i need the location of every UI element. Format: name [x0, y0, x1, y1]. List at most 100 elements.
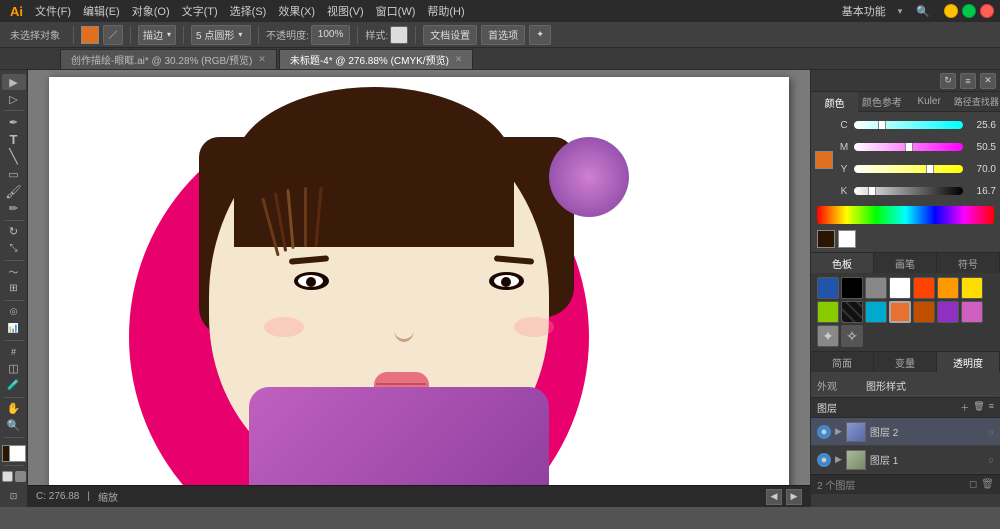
c-slider-track[interactable] — [854, 121, 963, 129]
symbol-sprayer-tool[interactable]: ◎ — [2, 303, 26, 319]
doc-tab-1-close[interactable]: ✕ — [258, 54, 266, 65]
menu-help[interactable]: 帮助(H) — [427, 3, 464, 19]
menu-view[interactable]: 视图(V) — [327, 3, 364, 19]
paintbrush-tool[interactable]: 🖌 — [2, 183, 26, 199]
rotate-tool[interactable]: ↻ — [2, 223, 26, 239]
brush-type-dropdown[interactable]: 描边 — [138, 25, 176, 45]
menu-effect[interactable]: 效果(X) — [278, 3, 315, 19]
layer-row-2[interactable]: ● ▶ 图层 2 ○ — [811, 418, 1000, 446]
layer-1-visibility[interactable]: ● — [817, 453, 831, 467]
color-tab-kuler[interactable]: Kuler — [906, 92, 953, 112]
doc-setup-btn[interactable]: 文档设置 — [423, 25, 477, 45]
style-swatch[interactable] — [390, 26, 408, 44]
layer-2-visibility[interactable]: ● — [817, 425, 831, 439]
rp-btn-2[interactable]: ≡ — [960, 73, 976, 89]
pencil-tool[interactable]: ✏ — [2, 201, 26, 217]
cl-tab-symbols[interactable]: 符号 — [937, 253, 1000, 273]
stroke-btn[interactable]: ／ — [103, 25, 123, 45]
menu-type[interactable]: 文字(T) — [182, 3, 218, 19]
m-slider-track[interactable] — [854, 143, 963, 151]
swatch-pink[interactable] — [961, 301, 983, 323]
swatch-star-1[interactable]: ✦ — [817, 325, 839, 347]
canvas-prev-btn[interactable]: ◀ — [766, 489, 782, 505]
extra-btn[interactable]: ✦ — [529, 25, 551, 45]
window-minimize-btn[interactable] — [944, 4, 958, 18]
swatch-pattern-dark[interactable] — [841, 301, 863, 323]
layers-delete-btn[interactable]: 🗑 — [973, 401, 984, 414]
rp-btn-1[interactable]: ↻ — [940, 73, 956, 89]
fullscreen-btn[interactable]: ⊡ — [2, 485, 26, 507]
layers-footer-btn-1[interactable]: ◻ — [969, 479, 977, 490]
doc-tab-1[interactable]: 创作描绘-眼眶.ai* @ 30.28% (RGB/预览) ✕ — [60, 49, 277, 69]
column-graph-tool[interactable]: 📊 — [2, 321, 26, 337]
layer-row-1[interactable]: ● ▶ 图层 1 ○ — [811, 446, 1000, 474]
layers-new-btn[interactable]: ＋ — [960, 401, 969, 414]
swatch-orange[interactable] — [937, 277, 959, 299]
ap-tab-transparency[interactable]: 透明度 — [937, 352, 1000, 372]
swatch-purple[interactable] — [937, 301, 959, 323]
swatch-star-2[interactable]: ✧ — [841, 325, 863, 347]
layers-footer-btn-2[interactable]: 🗑 — [981, 479, 994, 490]
layer-2-lock[interactable]: ○ — [989, 427, 994, 437]
select-tool[interactable]: ▶ — [2, 74, 26, 90]
hand-tool[interactable]: ✋ — [2, 401, 26, 417]
mesh-tool[interactable]: # — [2, 344, 26, 360]
swatch-brown[interactable] — [913, 301, 935, 323]
canvas-next-btn[interactable]: ▶ — [786, 489, 802, 505]
gradient-tool[interactable]: ◫ — [2, 361, 26, 377]
swatch-gray[interactable] — [865, 277, 887, 299]
color-tab-ref[interactable]: 颜色参考 — [858, 92, 905, 112]
canvas-area[interactable]: C: 276.88 | 缩放 ◀ ▶ — [28, 70, 810, 507]
point-type-dropdown[interactable]: 5 点圆形 — [191, 25, 251, 45]
doc-tab-2[interactable]: 未标题-4* @ 276.88% (CMYK/预览) ✕ — [279, 49, 474, 69]
line-tool[interactable]: ╲ — [2, 148, 26, 165]
rectangle-tool[interactable]: ▭ — [2, 166, 26, 182]
cl-tab-brushes[interactable]: 画笔 — [874, 253, 937, 273]
menu-edit[interactable]: 编辑(E) — [83, 3, 120, 19]
ap-tab-appearance[interactable]: 简面 — [811, 352, 874, 372]
ap-tab-variable[interactable]: 变量 — [874, 352, 937, 372]
background-color[interactable] — [9, 445, 26, 462]
k-slider-track[interactable] — [854, 187, 963, 195]
swatch-lime[interactable] — [817, 301, 839, 323]
deselect-btn[interactable]: 首选项 — [481, 25, 525, 45]
mask-mode-btn[interactable] — [15, 471, 26, 482]
zoom-tool[interactable]: 🔍 — [2, 418, 26, 434]
color-fg-swatch[interactable] — [815, 151, 833, 169]
opacity-value[interactable]: 100% — [311, 25, 351, 45]
swatch-yellow[interactable] — [961, 277, 983, 299]
canvas[interactable] — [49, 77, 789, 487]
layers-menu-btn[interactable]: ≡ — [989, 401, 994, 414]
m-slider-thumb[interactable] — [905, 143, 913, 151]
color-tab-color[interactable]: 颜色 — [811, 92, 858, 112]
window-maximize-btn[interactable] — [962, 4, 976, 18]
search-icon[interactable]: 🔍 — [916, 5, 930, 18]
cs-fg-swatch[interactable] — [817, 230, 835, 248]
swatch-orange-dark[interactable] — [889, 301, 911, 323]
cs-bg-swatch[interactable] — [838, 230, 856, 248]
color-tab-pathfinder[interactable]: 路径查找器 — [953, 92, 1000, 112]
menu-object[interactable]: 对象(O) — [132, 3, 170, 19]
swatch-red[interactable] — [913, 277, 935, 299]
warp-tool[interactable]: 〜 — [2, 263, 26, 279]
window-close-btn[interactable] — [980, 4, 994, 18]
eyedropper-tool[interactable]: 🧪 — [2, 378, 26, 394]
scale-tool[interactable]: ⤡ — [2, 241, 26, 257]
y-slider-track[interactable] — [854, 165, 963, 173]
swatch-blue[interactable] — [817, 277, 839, 299]
menu-window[interactable]: 窗口(W) — [376, 3, 416, 19]
cl-tab-swatches[interactable]: 色板 — [811, 253, 874, 273]
menu-select[interactable]: 选择(S) — [230, 3, 267, 19]
y-slider-thumb[interactable] — [926, 165, 934, 173]
direct-select-tool[interactable]: ▷ — [2, 91, 26, 107]
c-slider-thumb[interactable] — [878, 121, 886, 129]
swatch-black[interactable] — [841, 277, 863, 299]
rp-btn-3[interactable]: ✕ — [980, 73, 996, 89]
doc-tab-2-close[interactable]: ✕ — [455, 54, 463, 65]
pen-tool[interactable]: ✒ — [2, 114, 26, 130]
type-tool[interactable]: T — [2, 131, 26, 147]
color-spectrum[interactable] — [817, 206, 994, 224]
workspace-dropdown-icon[interactable]: ▾ — [898, 6, 903, 17]
swatch-teal[interactable] — [865, 301, 887, 323]
layer-1-lock[interactable]: ○ — [989, 455, 994, 465]
